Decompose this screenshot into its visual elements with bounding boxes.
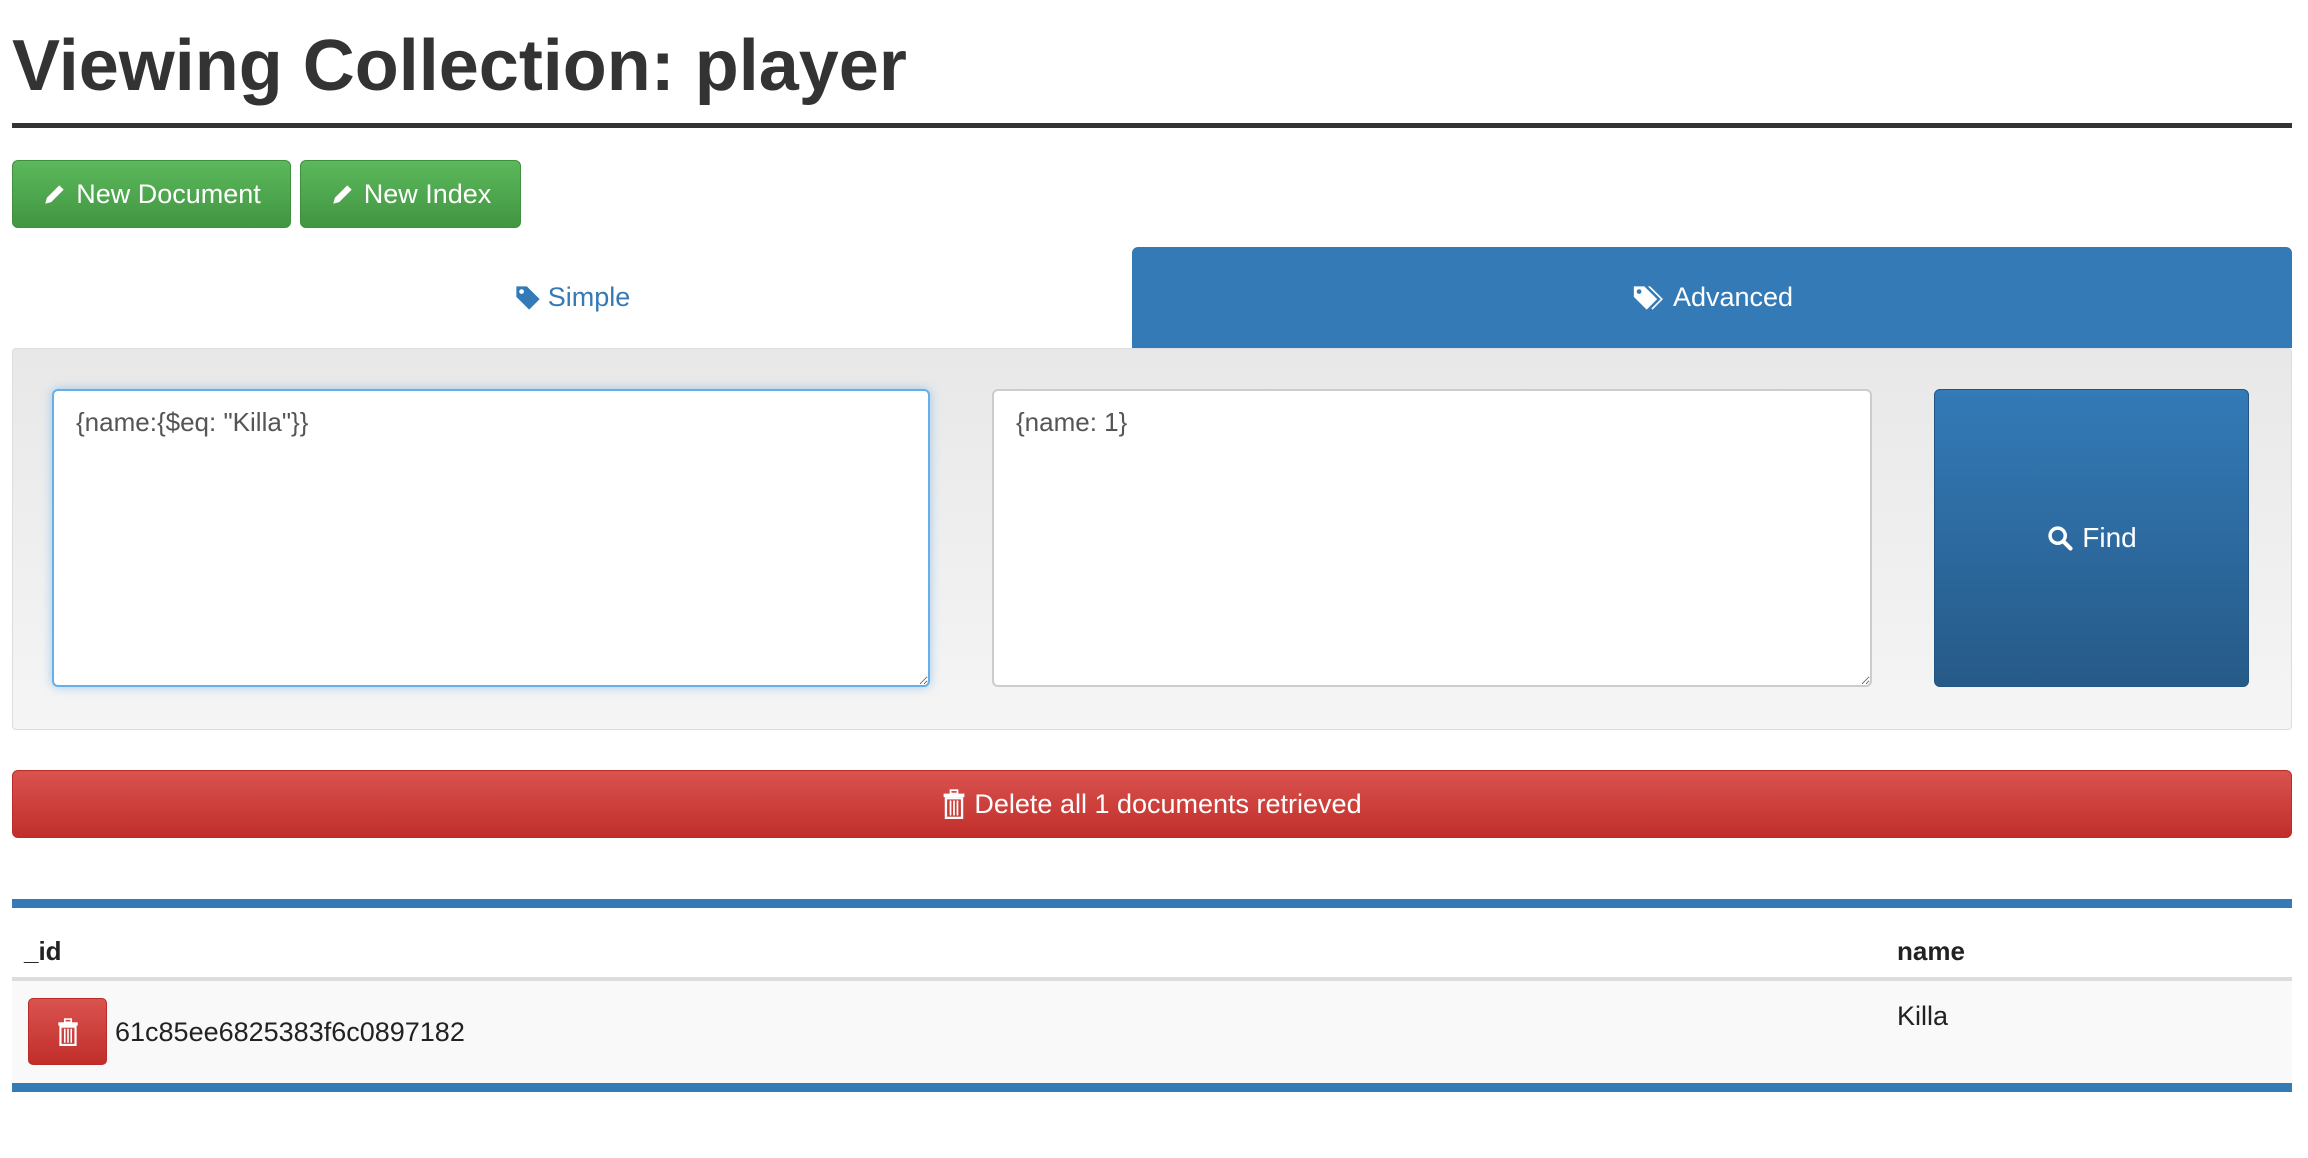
results-table: _id name 61c85ee6825383f6c0897182 Killa [12,899,2292,1092]
new-index-button[interactable]: New Index [300,160,521,228]
find-button[interactable]: Find [1934,389,2249,687]
page-title: Viewing Collection: player [12,26,907,106]
delete-document-button[interactable] [28,998,107,1065]
new-index-label: New Index [363,178,492,209]
tab-simple-label: Simple [547,282,631,312]
document-id[interactable]: 61c85ee6825383f6c0897182 [115,1017,465,1048]
table-row[interactable]: 61c85ee6825383f6c0897182 Killa [12,981,2292,1083]
column-header-id: _id [24,936,62,966]
column-header-name: name [1897,936,1965,966]
pencil-icon [332,185,352,204]
delete-all-button[interactable]: Delete all 1 documents retrieved [12,770,2292,838]
trash-icon [944,789,965,819]
tag-icon [516,285,540,310]
projection-textarea[interactable]: {name: 1} [992,389,1872,687]
tags-icon [1633,285,1663,310]
tab-simple[interactable]: Simple [12,247,1132,348]
table-header: _id name [12,908,2292,981]
document-name: Killa [1897,1001,1949,1031]
filter-textarea[interactable]: {name:{$eq: "Killa"}} [52,389,930,687]
find-label: Find [2082,522,2137,553]
delete-all-label: Delete all 1 documents retrieved [974,788,1362,819]
search-icon [2048,526,2073,551]
pencil-icon [45,185,64,204]
new-document-label: New Document [76,178,261,209]
tab-advanced-label: Advanced [1672,282,1794,312]
trash-icon [57,1017,78,1046]
tab-advanced[interactable]: Advanced [1132,247,2292,348]
new-document-button[interactable]: New Document [12,160,291,228]
title-divider [12,123,2292,128]
